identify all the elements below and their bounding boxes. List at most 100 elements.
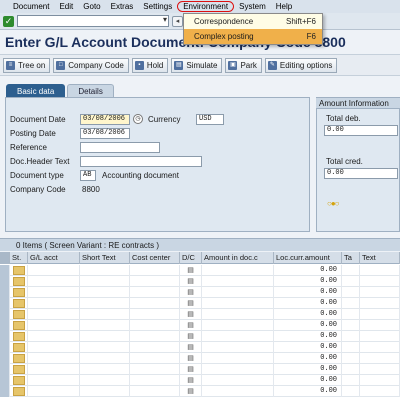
debit-credit-cell[interactable]: ▤ bbox=[180, 309, 202, 320]
table-row[interactable]: ▤ 0.00 bbox=[0, 353, 400, 364]
menu-extras[interactable]: Extras bbox=[106, 0, 139, 13]
row-selector[interactable] bbox=[0, 375, 10, 386]
column-amount-doc-currency[interactable]: Amount in doc.c bbox=[202, 252, 274, 264]
currency-field[interactable]: USD bbox=[196, 113, 224, 125]
simulate-button[interactable]: ▤ Simulate bbox=[171, 57, 223, 73]
cost-center-cell[interactable] bbox=[130, 353, 180, 364]
doc-amount-cell[interactable] bbox=[202, 276, 274, 287]
gl-account-cell[interactable] bbox=[28, 364, 80, 375]
column-debit-credit[interactable]: D/C bbox=[180, 252, 202, 264]
doc-amount-cell[interactable] bbox=[202, 320, 274, 331]
tax-cell[interactable] bbox=[342, 320, 360, 331]
tax-cell[interactable] bbox=[342, 265, 360, 276]
doc-amount-cell[interactable] bbox=[202, 331, 274, 342]
tax-cell[interactable] bbox=[342, 353, 360, 364]
text-cell[interactable] bbox=[360, 320, 400, 331]
table-row[interactable]: ▤ 0.00 bbox=[0, 320, 400, 331]
doc-amount-cell[interactable] bbox=[202, 364, 274, 375]
doc-amount-cell[interactable] bbox=[202, 375, 274, 386]
table-row[interactable]: ▤ 0.00 bbox=[0, 364, 400, 375]
command-field[interactable] bbox=[17, 15, 169, 27]
text-cell[interactable] bbox=[360, 342, 400, 353]
short-text-cell[interactable] bbox=[80, 342, 130, 353]
text-cell[interactable] bbox=[360, 287, 400, 298]
cost-center-cell[interactable] bbox=[130, 320, 180, 331]
table-row[interactable]: ▤ 0.00 bbox=[0, 276, 400, 287]
calendar-icon[interactable]: ◷ bbox=[133, 114, 143, 124]
column-local-currency-amount[interactable]: Loc.curr.amount bbox=[274, 252, 342, 264]
text-cell[interactable] bbox=[360, 298, 400, 309]
gl-account-cell[interactable] bbox=[28, 375, 80, 386]
text-cell[interactable] bbox=[360, 353, 400, 364]
short-text-cell[interactable] bbox=[80, 265, 130, 276]
select-all-icon[interactable] bbox=[0, 252, 10, 264]
tax-cell[interactable] bbox=[342, 375, 360, 386]
cost-center-cell[interactable] bbox=[130, 331, 180, 342]
text-cell[interactable] bbox=[360, 386, 400, 397]
cost-center-cell[interactable] bbox=[130, 364, 180, 375]
short-text-cell[interactable] bbox=[80, 320, 130, 331]
short-text-cell[interactable] bbox=[80, 298, 130, 309]
short-text-cell[interactable] bbox=[80, 331, 130, 342]
row-selector[interactable] bbox=[0, 287, 10, 298]
column-short-text[interactable]: Short Text bbox=[80, 252, 130, 264]
short-text-cell[interactable] bbox=[80, 353, 130, 364]
tax-cell[interactable] bbox=[342, 364, 360, 375]
menu-help[interactable]: Help bbox=[271, 0, 297, 13]
doc-amount-cell[interactable] bbox=[202, 265, 274, 276]
doc-amount-cell[interactable] bbox=[202, 342, 274, 353]
text-cell[interactable] bbox=[360, 331, 400, 342]
park-button[interactable]: ▣ Park bbox=[225, 57, 262, 73]
column-status[interactable]: St. bbox=[10, 252, 28, 264]
text-cell[interactable] bbox=[360, 265, 400, 276]
hold-button[interactable]: ▪ Hold bbox=[131, 57, 169, 73]
enter-icon[interactable]: ✓ bbox=[3, 15, 14, 27]
table-row[interactable]: ▤ 0.00 bbox=[0, 265, 400, 276]
row-selector[interactable] bbox=[0, 364, 10, 375]
row-selector[interactable] bbox=[0, 386, 10, 397]
column-text[interactable]: Text bbox=[360, 252, 400, 264]
posting-date-field[interactable]: 03/08/2006 bbox=[80, 127, 130, 139]
cost-center-cell[interactable] bbox=[130, 386, 180, 397]
debit-credit-cell[interactable]: ▤ bbox=[180, 287, 202, 298]
editing-options-button[interactable]: ✎ Editing options bbox=[264, 57, 338, 73]
row-selector[interactable] bbox=[0, 353, 10, 364]
doc-amount-cell[interactable] bbox=[202, 287, 274, 298]
short-text-cell[interactable] bbox=[80, 386, 130, 397]
row-selector[interactable] bbox=[0, 276, 10, 287]
short-text-cell[interactable] bbox=[80, 364, 130, 375]
company-code-button[interactable]: □ Company Code bbox=[53, 57, 129, 73]
tax-cell[interactable] bbox=[342, 298, 360, 309]
gl-account-cell[interactable] bbox=[28, 287, 80, 298]
text-cell[interactable] bbox=[360, 276, 400, 287]
text-cell[interactable] bbox=[360, 364, 400, 375]
debit-credit-cell[interactable]: ▤ bbox=[180, 386, 202, 397]
column-gl-account[interactable]: G/L acct bbox=[28, 252, 80, 264]
doc-amount-cell[interactable] bbox=[202, 353, 274, 364]
cost-center-cell[interactable] bbox=[130, 309, 180, 320]
short-text-cell[interactable] bbox=[80, 309, 130, 320]
document-date-field[interactable]: 03/08/2006 bbox=[80, 113, 130, 125]
gl-account-cell[interactable] bbox=[28, 353, 80, 364]
short-text-cell[interactable] bbox=[80, 375, 130, 386]
debit-credit-cell[interactable]: ▤ bbox=[180, 331, 202, 342]
doc-amount-cell[interactable] bbox=[202, 309, 274, 320]
dropdown-item-correspondence[interactable]: Correspondence Shift+F6 bbox=[184, 14, 322, 29]
tab-basic-data[interactable]: Basic data bbox=[6, 84, 66, 97]
row-selector[interactable] bbox=[0, 342, 10, 353]
debit-credit-cell[interactable]: ▤ bbox=[180, 276, 202, 287]
back-arrow-icon[interactable]: ◂ bbox=[172, 15, 183, 27]
tax-cell[interactable] bbox=[342, 342, 360, 353]
menu-environment[interactable]: Environment bbox=[177, 1, 235, 12]
table-row[interactable]: ▤ 0.00 bbox=[0, 342, 400, 353]
row-selector[interactable] bbox=[0, 298, 10, 309]
row-selector[interactable] bbox=[0, 309, 10, 320]
gl-account-cell[interactable] bbox=[28, 342, 80, 353]
doc-amount-cell[interactable] bbox=[202, 386, 274, 397]
short-text-cell[interactable] bbox=[80, 276, 130, 287]
row-selector[interactable] bbox=[0, 331, 10, 342]
gl-account-cell[interactable] bbox=[28, 265, 80, 276]
text-cell[interactable] bbox=[360, 375, 400, 386]
debit-credit-cell[interactable]: ▤ bbox=[180, 353, 202, 364]
tax-cell[interactable] bbox=[342, 287, 360, 298]
